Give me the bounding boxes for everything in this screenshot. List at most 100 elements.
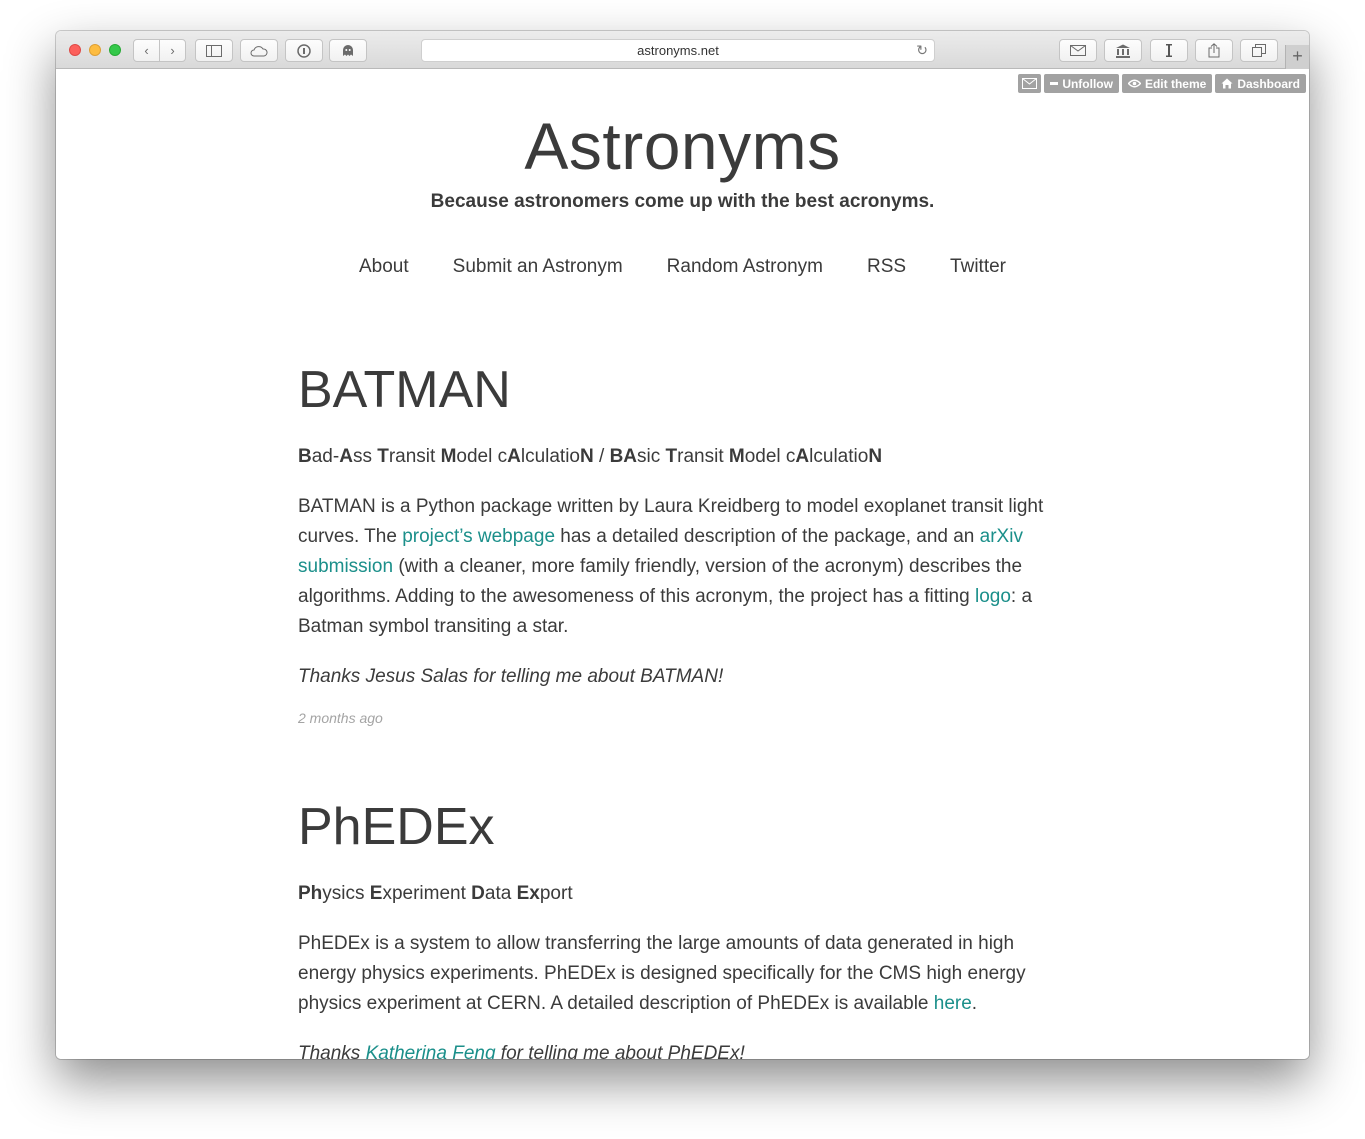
bold-letter: E <box>369 883 383 904</box>
browser-window: ‹ › astronyms.net ↻ + Unfollow Edit them… <box>56 31 1309 1059</box>
bold-letter: A <box>795 446 810 467</box>
acronym-expansion: Physics Experiment Data Export <box>298 881 1068 907</box>
cloud-icon <box>250 45 268 56</box>
site-nav: About Submit an Astronym Random Astronym… <box>56 256 1309 278</box>
minimize-window-button[interactable] <box>89 44 101 56</box>
acronym-expansion: Bad-Ass Transit Model cAlculatioN / BAsi… <box>298 444 1068 470</box>
tab-overview-button[interactable] <box>1240 39 1278 62</box>
expansion-text: ata <box>484 883 517 904</box>
tumblr-controls: Unfollow Edit theme Dashboard <box>1018 74 1306 93</box>
unfollow-button[interactable]: Unfollow <box>1044 74 1119 93</box>
bold-letter: BA <box>609 446 638 467</box>
post-thanks: Thanks Katherina Feng for telling me abo… <box>298 1039 1068 1059</box>
post-title[interactable]: PhEDEx <box>298 797 1068 857</box>
edit-theme-button[interactable]: Edit theme <box>1121 74 1213 93</box>
sidebar-icon <box>206 44 222 57</box>
expansion-text: xperiment <box>382 883 472 904</box>
bold-letter: Ph <box>298 883 323 904</box>
dashboard-label: Dashboard <box>1237 76 1300 91</box>
katherina-feng-link[interactable]: Katherina Feng <box>366 1043 496 1059</box>
info-circle-icon <box>297 43 311 58</box>
project-webpage-link[interactable]: project’s webpage <box>402 526 555 547</box>
post-title[interactable]: BATMAN <box>298 360 1068 420</box>
body-text: (with a cleaner, more family friendly, v… <box>298 556 1023 607</box>
nav-submit[interactable]: Submit an Astronym <box>453 256 623 278</box>
expansion-text: lculatio <box>809 446 869 467</box>
nav-twitter[interactable]: Twitter <box>950 256 1006 278</box>
password-manager-button[interactable] <box>285 39 323 62</box>
sidebar-button[interactable] <box>195 39 233 62</box>
share-icon <box>1208 43 1220 58</box>
home-icon <box>1221 78 1233 89</box>
expansion-text: ysics <box>322 883 370 904</box>
bold-letter: T <box>665 446 678 467</box>
instapaper-button[interactable] <box>1150 39 1188 62</box>
bold-letter: A <box>339 446 353 467</box>
page-content: Unfollow Edit theme Dashboard Astronyms … <box>56 70 1309 1059</box>
post-timestamp[interactable]: 2 months ago <box>298 710 1068 726</box>
back-forward-buttons: ‹ › <box>133 39 186 62</box>
bold-letter: M <box>728 446 745 467</box>
nav-random[interactable]: Random Astronym <box>667 256 823 278</box>
minus-icon <box>1050 82 1059 85</box>
bold-letter: A <box>507 446 521 467</box>
expansion-text: lculatio <box>520 446 580 467</box>
url-text: astronyms.net <box>637 43 719 58</box>
bold-letter: N <box>580 446 594 467</box>
bold-letter: Ex <box>516 883 540 904</box>
expansion-text: ss <box>352 446 378 467</box>
reload-icon[interactable]: ↻ <box>916 40 928 61</box>
post-phedex: PhEDEx Physics Experiment Data Export Ph… <box>298 797 1068 1059</box>
thanks-text: Thanks <box>298 1043 366 1059</box>
bold-letter: N <box>868 446 883 467</box>
expansion-text: odel c <box>744 446 796 467</box>
logo-link[interactable]: logo <box>975 586 1011 607</box>
envelope-icon <box>1070 45 1086 56</box>
forward-icon[interactable]: › <box>160 40 185 61</box>
unfollow-label: Unfollow <box>1062 76 1113 91</box>
body-text: has a detailed description of the packag… <box>555 526 980 547</box>
nav-rss[interactable]: RSS <box>867 256 906 278</box>
envelope-icon <box>1022 78 1038 89</box>
thanks-text: for telling me about PhEDEx! <box>495 1043 745 1059</box>
library-button[interactable] <box>1104 39 1142 62</box>
bold-letter: B <box>298 446 312 467</box>
message-button[interactable] <box>1018 74 1042 93</box>
expansion-text: sic <box>637 446 666 467</box>
bank-icon <box>1116 44 1130 58</box>
back-icon[interactable]: ‹ <box>134 40 160 61</box>
share-button[interactable] <box>1195 39 1233 62</box>
mail-button[interactable] <box>1059 39 1097 62</box>
post-thanks: Thanks Jesus Salas for telling me about … <box>298 666 724 687</box>
address-bar[interactable]: astronyms.net ↻ <box>421 39 935 62</box>
expansion-text: ransit <box>388 446 441 467</box>
eye-icon <box>1127 79 1141 88</box>
here-link[interactable]: here <box>934 993 972 1014</box>
bold-letter: M <box>440 446 457 467</box>
post-batman: BATMAN Bad-Ass Transit Model cAlculatioN… <box>298 360 1068 726</box>
body-text: PhEDEx is a system to allow transferring… <box>298 933 1026 1014</box>
expansion-text: odel c <box>456 446 508 467</box>
close-window-button[interactable] <box>69 44 81 56</box>
expansion-text: ransit <box>677 446 729 467</box>
zoom-window-button[interactable] <box>109 44 121 56</box>
body-text: . <box>971 993 978 1014</box>
instapaper-icon <box>1166 44 1172 57</box>
tabs-icon <box>1252 44 1266 57</box>
site-title[interactable]: Astronyms <box>56 108 1309 184</box>
expansion-separator: / <box>593 446 610 467</box>
expansion-text: port <box>539 883 573 904</box>
expansion-text: ad- <box>311 446 340 467</box>
browser-toolbar: ‹ › astronyms.net ↻ + <box>56 31 1309 69</box>
ghostery-button[interactable] <box>329 39 367 62</box>
bold-letter: T <box>377 446 389 467</box>
post-body: BATMAN is a Python package written by La… <box>298 492 1068 642</box>
ghost-icon <box>343 45 353 56</box>
dashboard-button[interactable]: Dashboard <box>1215 74 1306 93</box>
post-body: PhEDEx is a system to allow transferring… <box>298 929 1068 1019</box>
nav-about[interactable]: About <box>359 256 409 278</box>
new-tab-button[interactable]: + <box>1285 45 1309 69</box>
site-description: Because astronomers come up with the bes… <box>430 191 935 212</box>
bold-letter: D <box>471 883 485 904</box>
icloud-tabs-button[interactable] <box>240 39 278 62</box>
